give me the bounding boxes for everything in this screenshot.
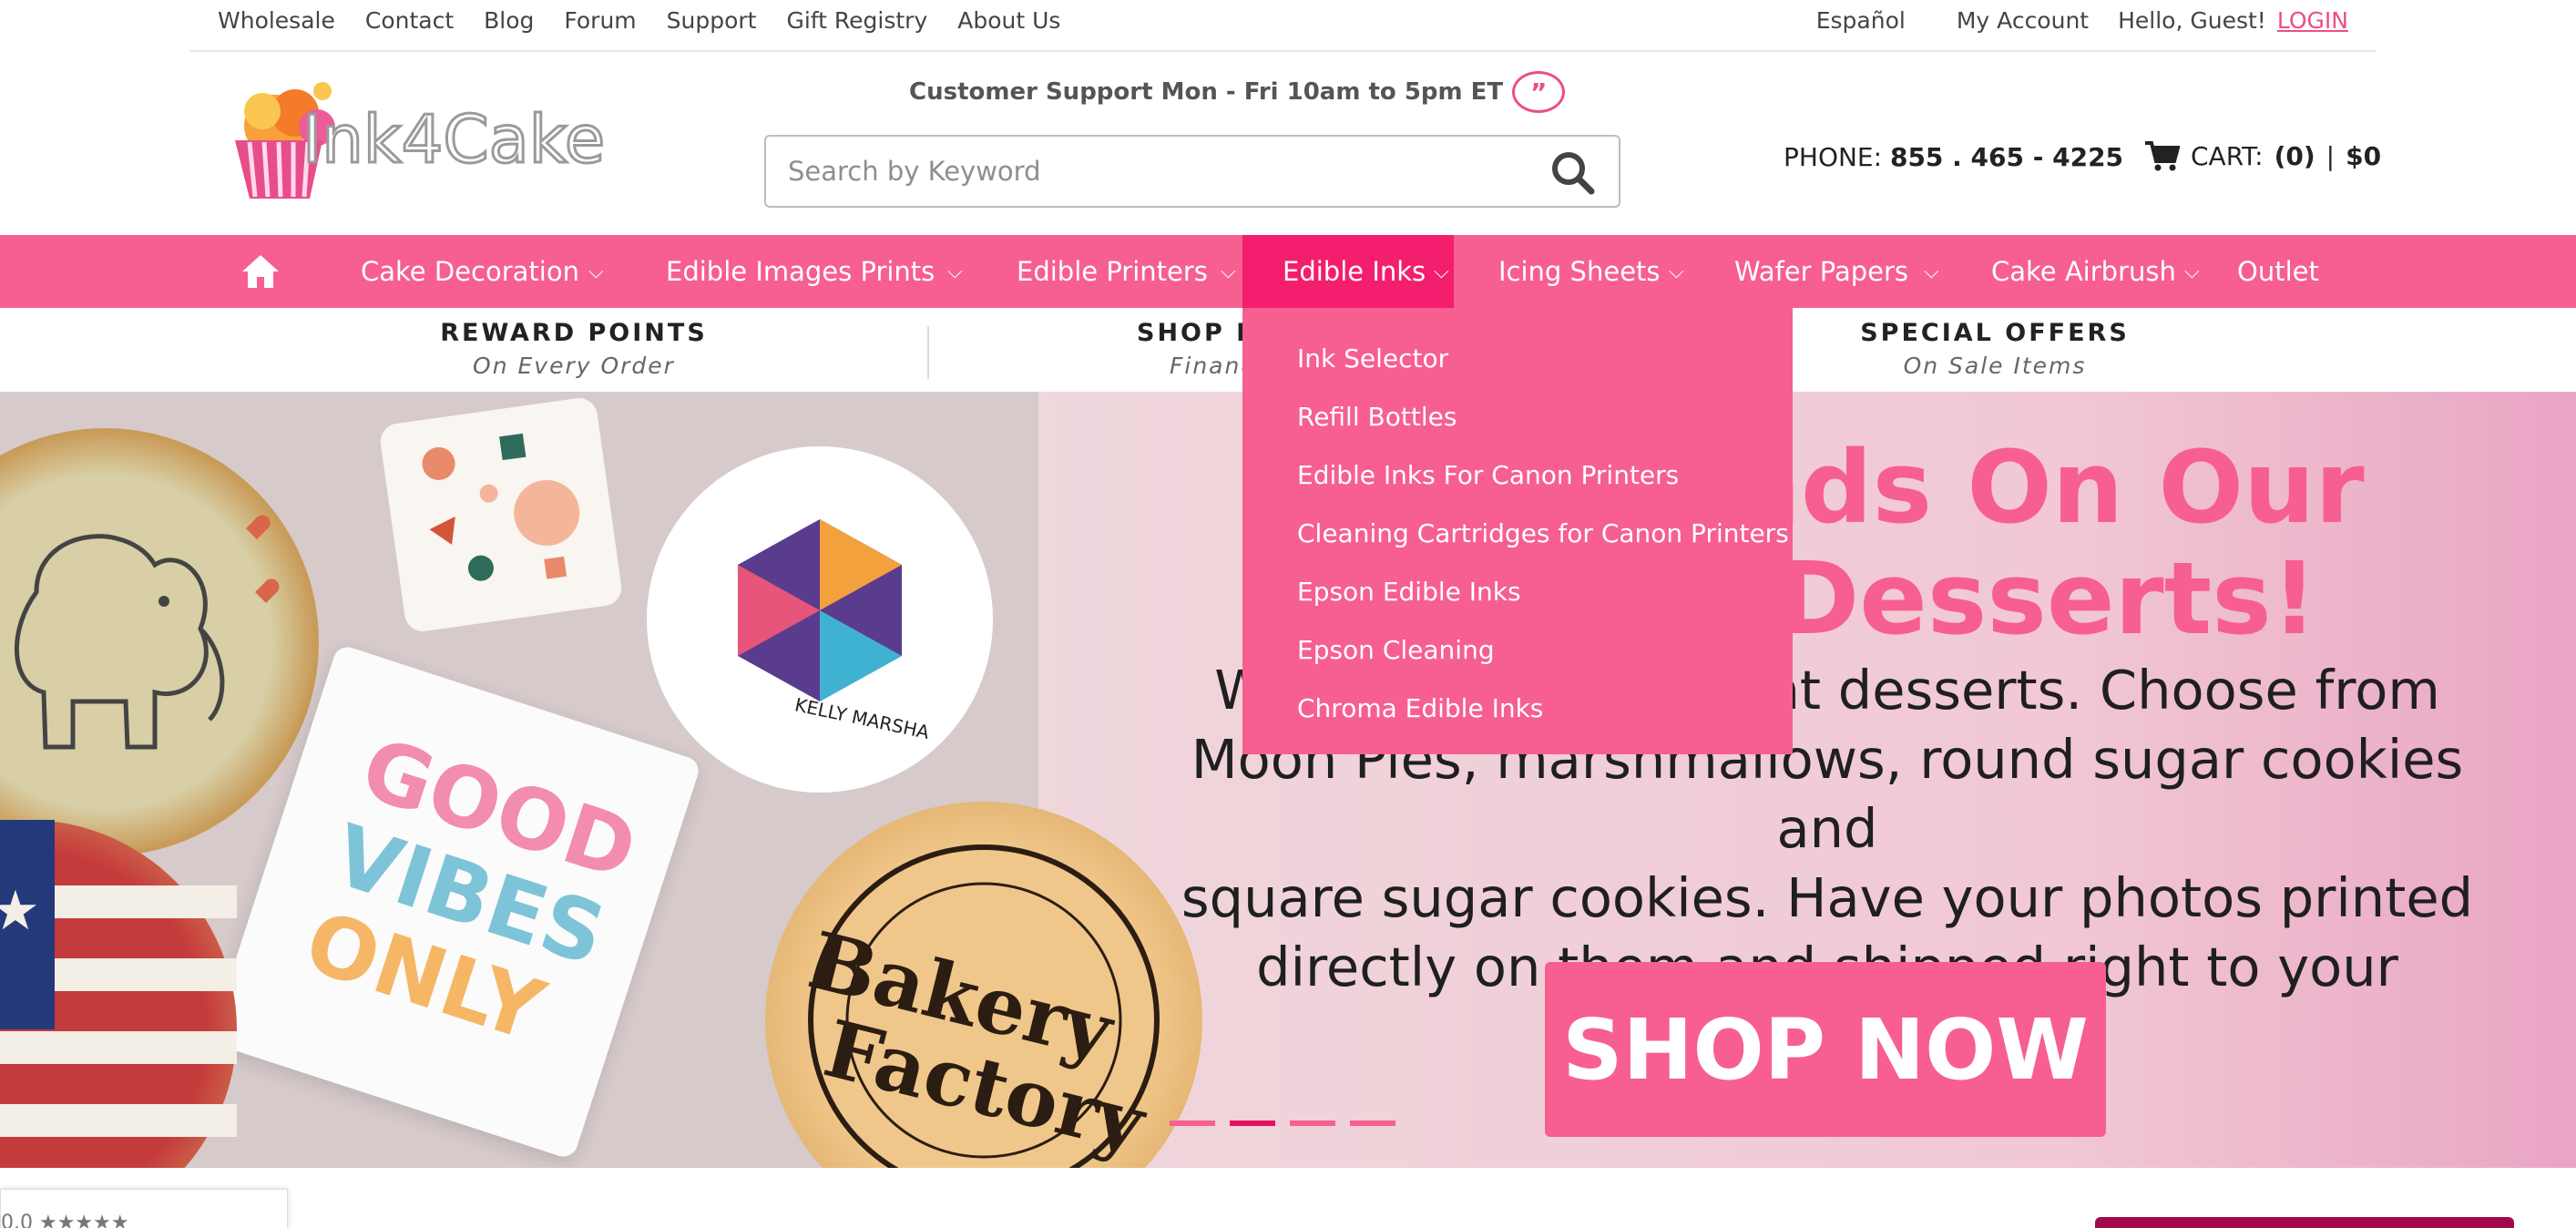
search-box — [764, 135, 1620, 208]
main-navigation: Cake Decoration ⌵ Edible Images Prints ⌵… — [0, 235, 2576, 308]
cart-button[interactable]: CART: (0) | $0 — [2143, 139, 2381, 172]
nav-label: Edible Printers — [1017, 256, 1208, 287]
search-input[interactable] — [788, 149, 1498, 193]
hero-product-photo: KELLY MARSHA GOOD VIBES ONLY ★★ Bakery F… — [0, 392, 1202, 1168]
my-account-link[interactable]: My Account — [1957, 7, 2089, 34]
nav-label: Icing Sheets — [1498, 256, 1661, 287]
perk-subtitle: On Sale Items — [1903, 353, 2087, 379]
nav-label: Wafer Papers — [1734, 256, 1909, 287]
chevron-down-icon[interactable]: ⌵ — [588, 235, 604, 308]
chevron-down-icon[interactable]: ⌵ — [1924, 235, 1939, 308]
nav-label: Outlet — [2237, 256, 2319, 287]
perk-title: REWARD POINTS — [440, 319, 708, 347]
about-us-link[interactable]: About Us — [957, 7, 1060, 34]
flag-cookie: ★★ — [0, 820, 237, 1168]
top-links: Wholesale Contact Blog Forum Support Gif… — [218, 7, 1060, 34]
menu-item-ink-selector[interactable]: Ink Selector — [1242, 339, 1793, 397]
chevron-down-icon[interactable]: ⌵ — [1434, 235, 1449, 308]
nav-label: Cake Decoration — [361, 256, 579, 287]
chevron-down-icon[interactable]: ⌵ — [947, 235, 963, 308]
kelly-marsha-cookie: KELLY MARSHA — [647, 446, 993, 793]
nav-edible-images-prints[interactable]: Edible Images Prints — [666, 235, 935, 308]
nav-label: Edible Inks — [1283, 256, 1426, 287]
wholesale-link[interactable]: Wholesale — [218, 7, 335, 34]
carousel-indicators — [1170, 1121, 1395, 1126]
nav-outlet[interactable]: Outlet — [2237, 235, 2319, 308]
cart-separator: | — [2326, 140, 2336, 171]
bottom-right-tab[interactable] — [2095, 1217, 2514, 1228]
support-hours-text: Customer Support Mon - Fri 10am to 5pm E… — [909, 78, 1504, 106]
shopping-cart-icon — [2145, 141, 2180, 171]
carousel-dot-active[interactable] — [1230, 1121, 1275, 1126]
terrazzo-cookie — [378, 395, 624, 634]
forum-link[interactable]: Forum — [564, 7, 636, 34]
chevron-down-icon[interactable]: ⌵ — [1669, 235, 1684, 308]
nav-edible-inks[interactable]: Edible Inks — [1242, 235, 1454, 308]
nav-label: Edible Images Prints — [666, 256, 935, 287]
carousel-dot[interactable] — [1290, 1121, 1335, 1126]
menu-item-canon-cleaning[interactable]: Cleaning Cartridges for Canon Printers — [1242, 514, 1793, 572]
language-link[interactable]: Español — [1816, 7, 1906, 34]
login-link[interactable]: LOGIN — [2277, 7, 2348, 34]
logo-text: Ink4Cakes — [302, 101, 605, 178]
perk-reward-points[interactable]: REWARD POINTS On Every Order — [419, 319, 729, 379]
edible-inks-dropdown: Ink Selector Refill Bottles Edible Inks … — [1242, 308, 1793, 754]
nav-cake-decoration[interactable]: Cake Decoration — [361, 235, 579, 308]
search-icon[interactable] — [1549, 149, 1597, 197]
menu-item-chroma-inks[interactable]: Chroma Edible Inks — [1242, 689, 1793, 747]
gift-registry-link[interactable]: Gift Registry — [786, 7, 927, 34]
site-logo[interactable]: Ink4Cakes — [222, 71, 640, 200]
hero-body-line-3: square sugar cookies. Have your photos p… — [1181, 866, 2474, 929]
phone-value: 855 . 465 - 4225 — [1889, 142, 2124, 172]
chevron-down-icon[interactable]: ⌵ — [1221, 235, 1236, 308]
support-link[interactable]: Support — [667, 7, 757, 34]
carousel-dot[interactable] — [1350, 1121, 1395, 1126]
cart-label: CART: — [2191, 140, 2264, 171]
carousel-dot[interactable] — [1170, 1121, 1215, 1126]
perk-title: SPECIAL OFFERS — [1860, 319, 2130, 347]
elephant-cookie — [0, 428, 319, 856]
top-utility-bar: Wholesale Contact Blog Forum Support Gif… — [189, 0, 2376, 52]
cart-count: (0) — [2274, 140, 2315, 171]
perk-subtitle: On Every Order — [473, 353, 675, 379]
svg-text:KELLY MARSHA: KELLY MARSHA — [792, 693, 931, 743]
top-right-links: Español My Account Hello, Guest! LOGIN — [1816, 7, 2348, 34]
menu-item-refill-bottles[interactable]: Refill Bottles — [1242, 397, 1793, 455]
blog-link[interactable]: Blog — [484, 7, 534, 34]
contact-link[interactable]: Contact — [365, 7, 454, 34]
phone-label: PHONE: — [1784, 142, 1883, 172]
rating-widget[interactable]: 0.0 ★★★★★ — [0, 1189, 288, 1228]
nav-edible-printers[interactable]: Edible Printers — [1017, 235, 1208, 308]
home-icon[interactable] — [240, 251, 281, 292]
chevron-down-icon[interactable]: ⌵ — [2184, 235, 2200, 308]
nav-wafer-papers[interactable]: Wafer Papers — [1734, 235, 1908, 308]
nav-icing-sheets[interactable]: Icing Sheets — [1498, 235, 1661, 308]
nav-cake-airbrush[interactable]: Cake Airbrush — [1991, 235, 2176, 308]
cart-total: $0 — [2346, 140, 2382, 171]
greeting-text: Hello, Guest! — [2118, 7, 2266, 34]
shop-now-button[interactable]: SHOP NOW — [1545, 962, 2106, 1137]
perk-divider — [927, 326, 929, 379]
bakery-factory-cookie: Bakery Factory — [765, 802, 1202, 1168]
nav-label: Cake Airbrush — [1991, 256, 2176, 287]
perk-special-offers[interactable]: SPECIAL OFFERS On Sale Items — [1858, 319, 2131, 379]
svg-text:★: ★ — [0, 879, 40, 943]
phone-number[interactable]: PHONE: 855 . 465 - 4225 — [1784, 142, 2123, 172]
chat-quote-icon[interactable]: ” — [1512, 71, 1566, 113]
menu-item-epson-cleaning[interactable]: Epson Cleaning — [1242, 630, 1793, 689]
menu-item-epson-inks[interactable]: Epson Edible Inks — [1242, 572, 1793, 630]
menu-item-canon-inks[interactable]: Edible Inks For Canon Printers — [1242, 455, 1793, 514]
support-hours: Customer Support Mon - Fri 10am to 5pm E… — [909, 71, 1566, 113]
